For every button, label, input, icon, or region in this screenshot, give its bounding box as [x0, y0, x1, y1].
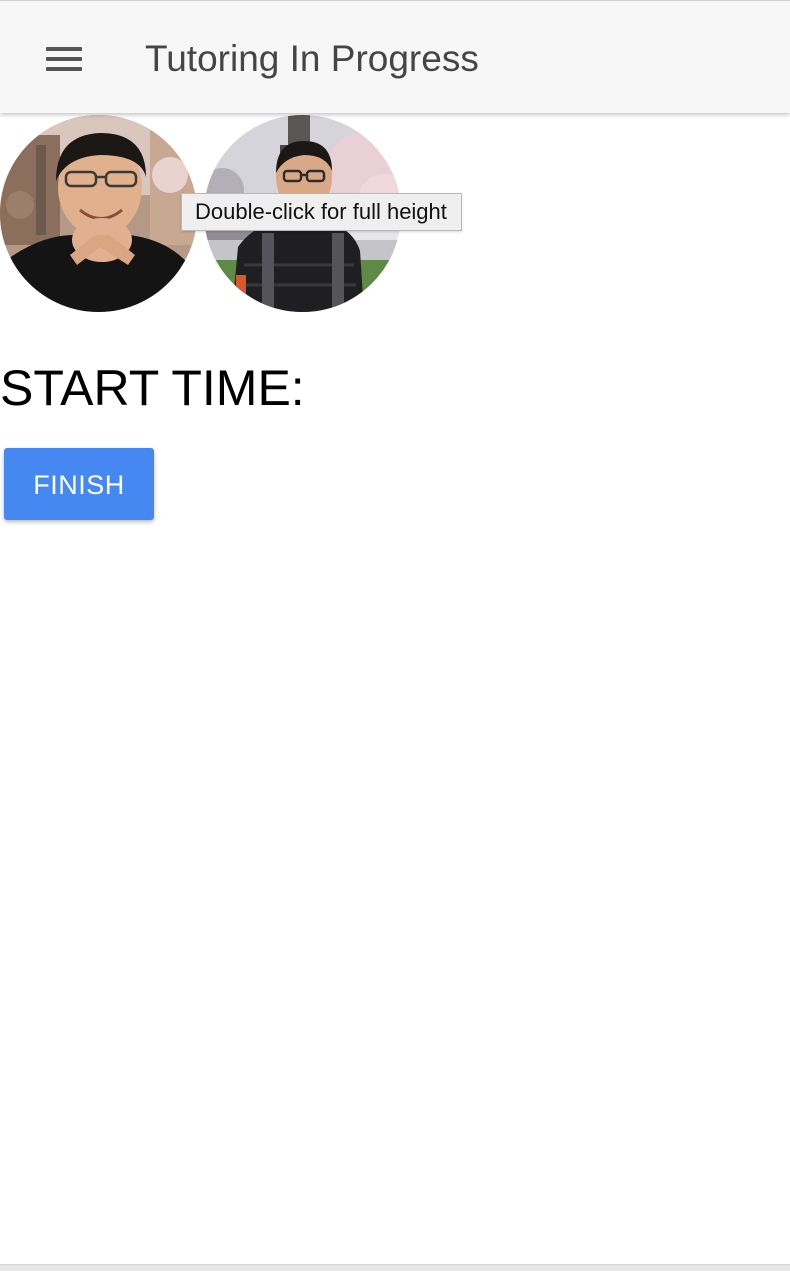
start-time-label: START TIME: [0, 360, 305, 416]
finish-button[interactable]: FINISH [4, 448, 154, 520]
tooltip: Double-click for full height [181, 193, 462, 231]
app-bar: Tutoring In Progress [0, 1, 790, 113]
participant-avatar-1 [0, 115, 197, 312]
page-title: Tutoring In Progress [145, 38, 479, 79]
menu-button[interactable] [34, 35, 94, 83]
avatar-photo [0, 115, 197, 312]
